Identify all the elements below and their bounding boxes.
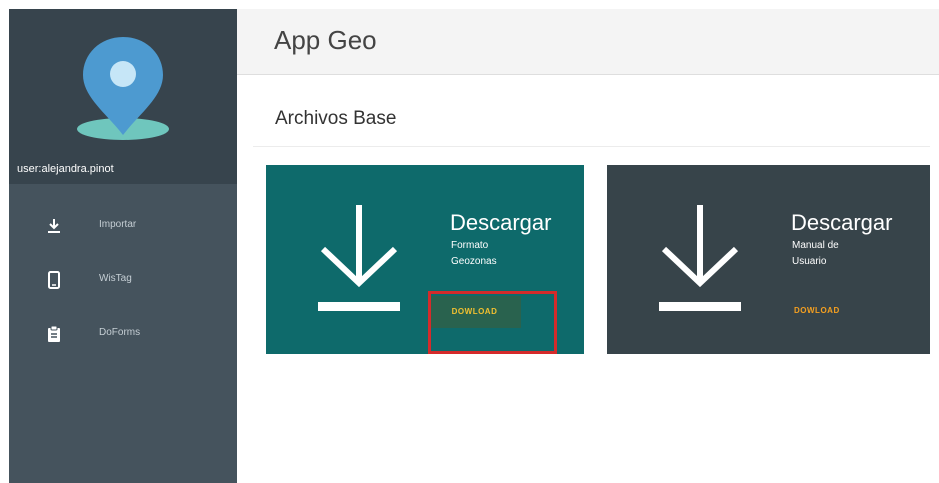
card-subtitle-line: Manual de bbox=[792, 240, 839, 251]
download-icon bbox=[659, 205, 741, 311]
user-panel: user:alejandra.pinot bbox=[9, 9, 237, 184]
sidebar-item-importar[interactable]: Importar bbox=[9, 204, 237, 258]
card-subtitle: Formato Geozonas bbox=[451, 238, 561, 270]
download-icon bbox=[318, 205, 400, 311]
clipboard-icon bbox=[48, 325, 60, 342]
location-pin-icon bbox=[77, 37, 169, 140]
username: user:alejandra.pinot bbox=[17, 163, 114, 175]
sidebar: user:alejandra.pinot Importar WisTag DoF… bbox=[9, 9, 237, 483]
sidebar-nav: Importar WisTag DoForms bbox=[9, 204, 237, 366]
sidebar-item-label: Importar bbox=[99, 219, 137, 230]
sidebar-item-doforms[interactable]: DoForms bbox=[9, 312, 237, 366]
import-icon bbox=[48, 219, 60, 233]
download-button[interactable]: DOWLOAD bbox=[794, 306, 840, 315]
card-subtitle-line: Formato bbox=[451, 240, 489, 251]
sidebar-item-label: WisTag bbox=[99, 273, 132, 284]
highlight-box bbox=[428, 291, 557, 354]
card-title: Descargar bbox=[450, 210, 552, 235]
card-subtitle: Manual de Usuario bbox=[792, 238, 902, 270]
card-subtitle-line: Geozonas bbox=[451, 256, 497, 267]
section-title: Archivos Base bbox=[275, 108, 397, 129]
divider bbox=[253, 146, 930, 147]
phone-icon bbox=[48, 271, 60, 289]
sidebar-item-wistag[interactable]: WisTag bbox=[9, 258, 237, 312]
app-title: App Geo bbox=[274, 25, 377, 55]
card-subtitle-line: Usuario bbox=[792, 256, 827, 267]
card-title: Descargar bbox=[791, 210, 893, 235]
download-card-manual: Descargar Manual de Usuario DOWLOAD bbox=[607, 165, 930, 354]
app-header: App Geo bbox=[237, 9, 939, 75]
sidebar-item-label: DoForms bbox=[99, 327, 141, 338]
